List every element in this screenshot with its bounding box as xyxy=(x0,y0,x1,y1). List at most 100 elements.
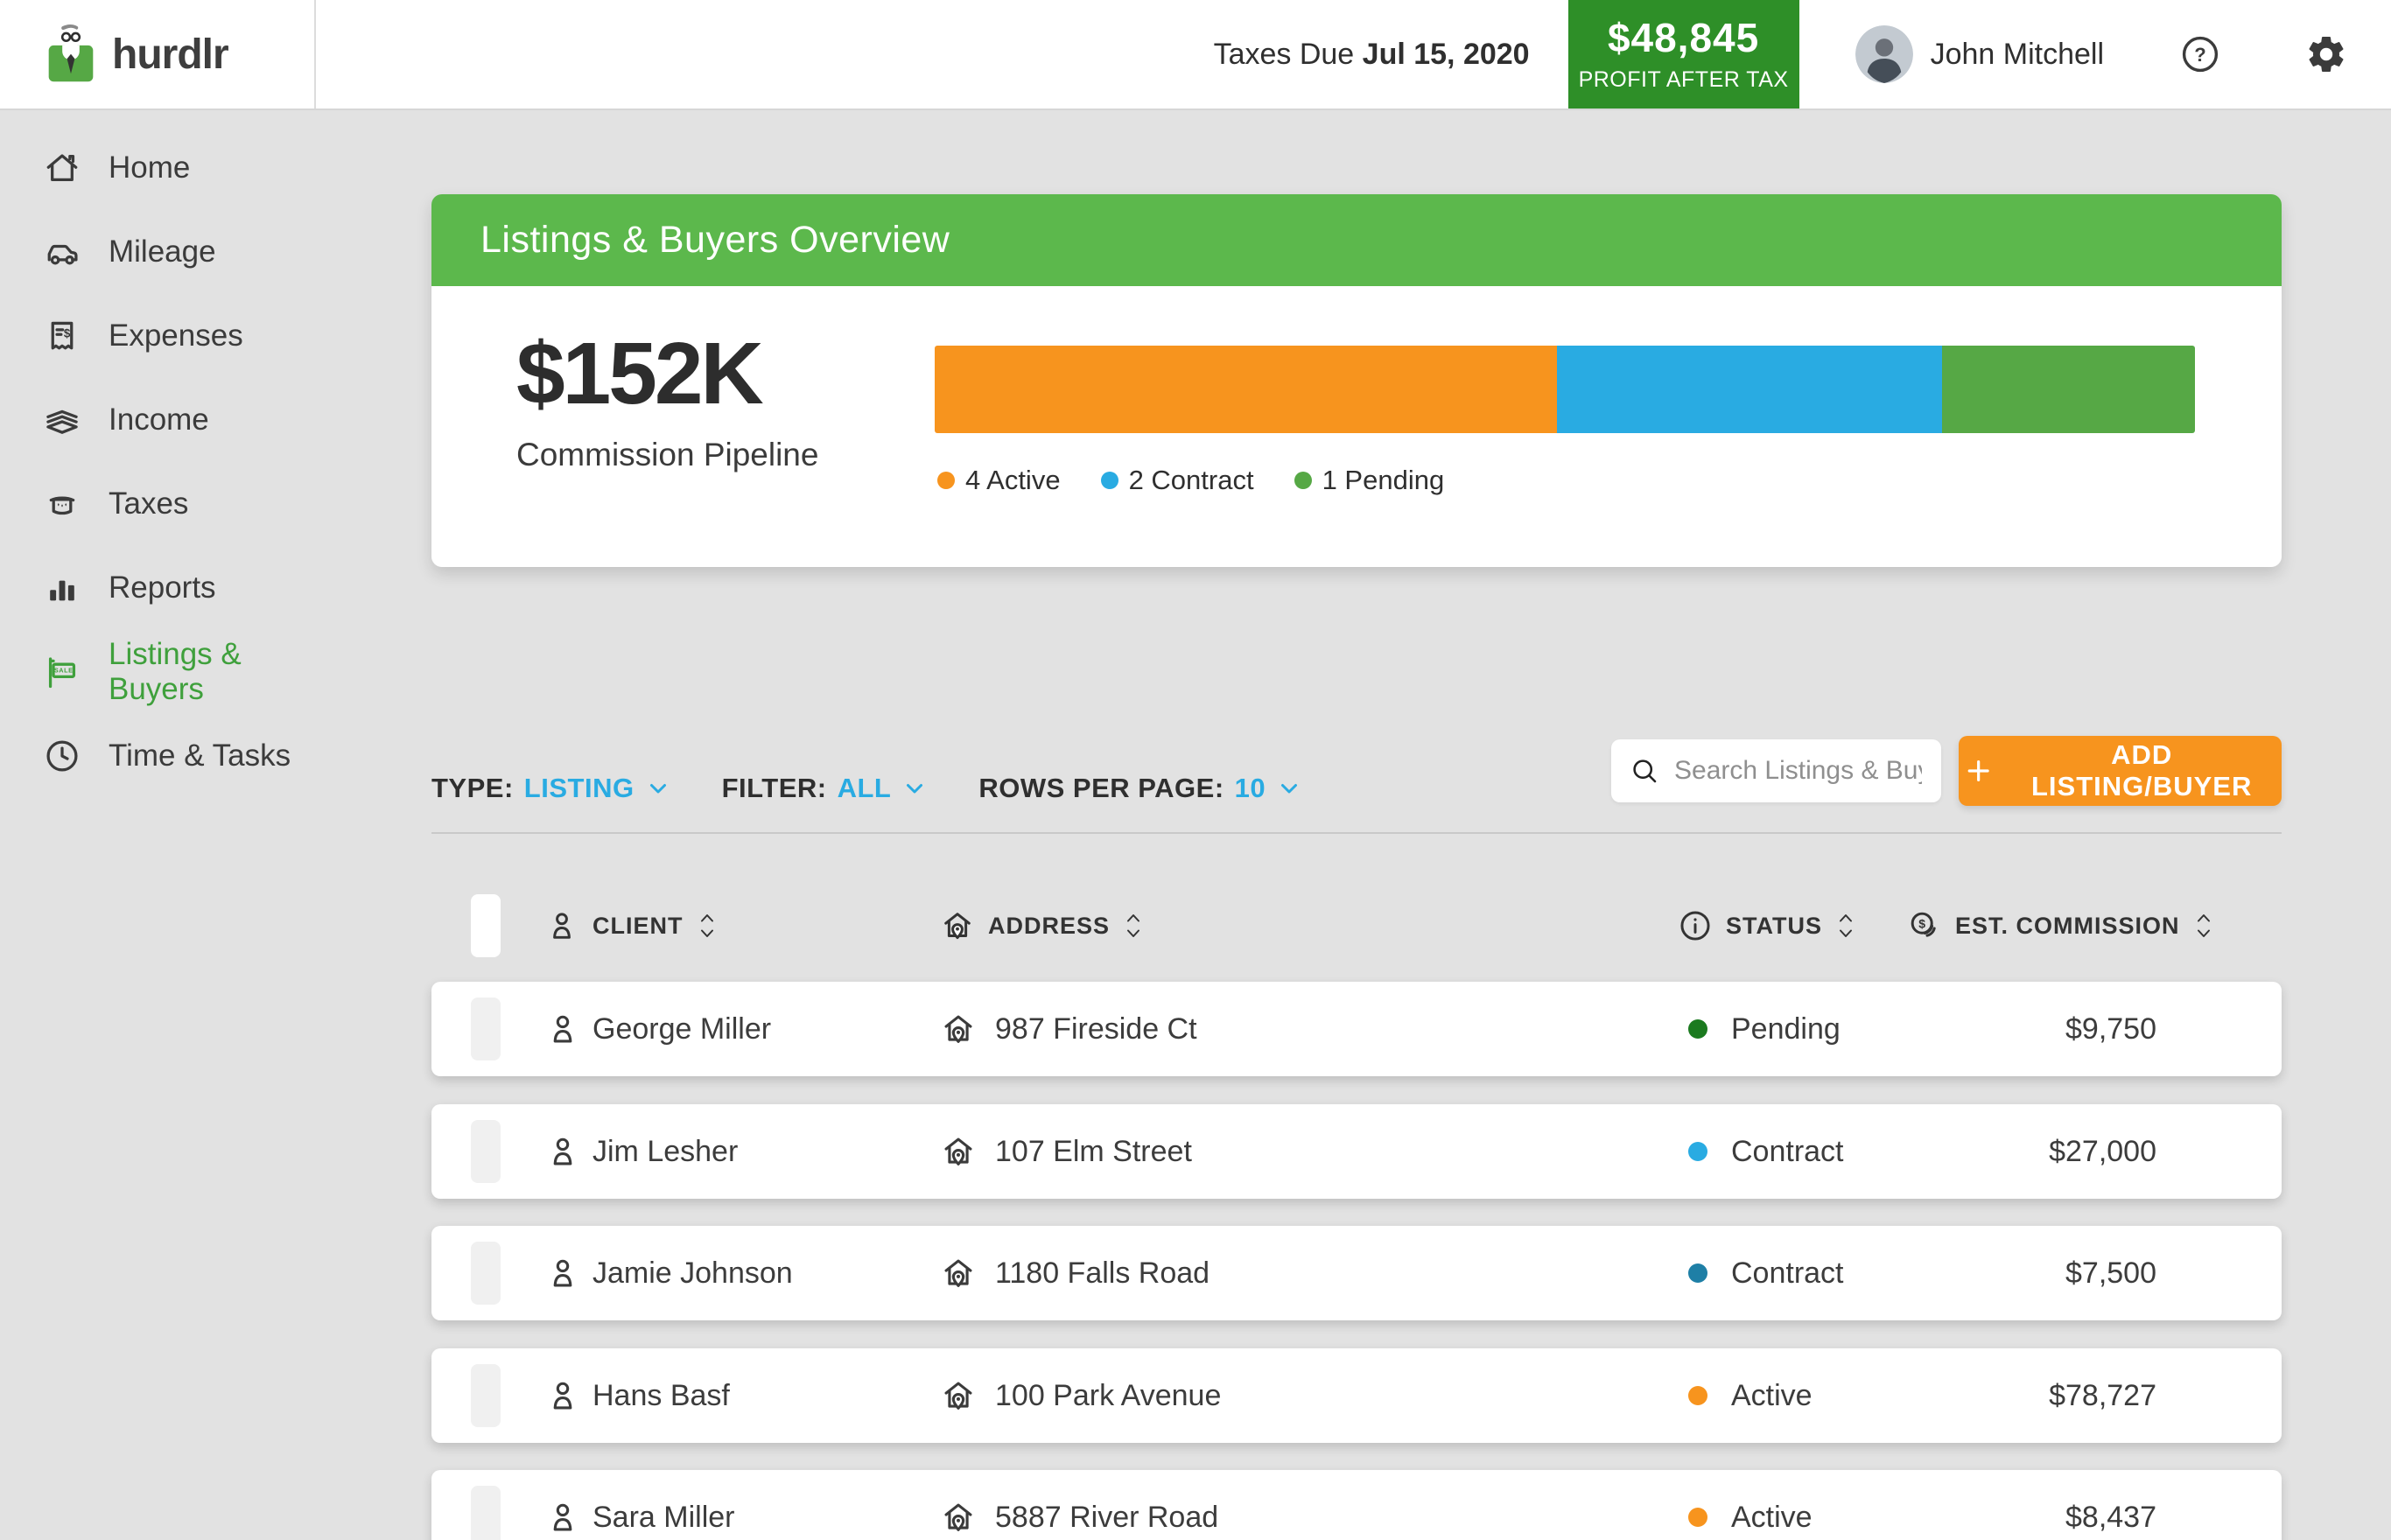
taxes-due-date: Jul 15, 2020 xyxy=(1363,38,1530,71)
profit-after-tax-badge[interactable]: $48,845 PROFIT AFTER TAX xyxy=(1568,0,1799,108)
rows-per-page-value: 10 xyxy=(1235,773,1266,804)
home-icon xyxy=(42,148,82,188)
status-dot xyxy=(1688,1142,1707,1161)
taxes-due-label: Taxes Due xyxy=(1214,38,1355,71)
sidebar-item-reports[interactable]: Reports xyxy=(0,546,316,630)
sort-icon[interactable] xyxy=(696,911,719,941)
legend-item: 2 Contract xyxy=(1101,465,1254,496)
commission-value: $27,000 xyxy=(2049,1104,2156,1199)
brand-logo[interactable]: hurdlr xyxy=(0,0,316,108)
column-label: CLIENT xyxy=(592,913,684,940)
person-icon xyxy=(543,1254,582,1292)
gear-icon[interactable] xyxy=(2305,33,2347,75)
user-menu[interactable]: John Mitchell xyxy=(1855,25,2104,83)
row-checkbox[interactable] xyxy=(471,1364,501,1427)
table-row[interactable]: Jamie Johnson 1180 Falls Road Contract $… xyxy=(431,1226,2282,1320)
search-input[interactable] xyxy=(1672,755,1924,787)
type-dropdown[interactable]: TYPE: LISTING xyxy=(431,773,671,804)
sidebar-item-label: Reports xyxy=(109,570,216,606)
sort-icon[interactable] xyxy=(1122,911,1145,941)
car-icon xyxy=(42,232,82,272)
pipeline-stacked-bar xyxy=(935,346,2195,433)
sidebar-item-label: Listings & Buyers xyxy=(109,637,316,707)
sidebar-item-label: Income xyxy=(109,402,209,438)
row-checkbox[interactable] xyxy=(471,998,501,1060)
table-row[interactable]: Jim Lesher 107 Elm Street Contract $27,0… xyxy=(431,1104,2282,1199)
svg-text:?: ? xyxy=(2194,44,2205,66)
address: 100 Park Avenue xyxy=(995,1348,1221,1443)
rows-per-page-dropdown[interactable]: ROWS PER PAGE: 10 xyxy=(978,773,1302,804)
sidebar-item-expenses[interactable]: $Expenses xyxy=(0,294,316,378)
house-pin-icon xyxy=(939,1498,978,1536)
profit-amount: $48,845 xyxy=(1608,16,1759,60)
address: 5887 River Road xyxy=(995,1470,1218,1540)
column-header-status[interactable]: STATUS xyxy=(1677,907,1857,944)
pipeline-legend: 4 Active2 Contract1 Pending xyxy=(937,465,1444,496)
table-row[interactable]: Sara Miller 5887 River Road Active $8,43… xyxy=(431,1470,2282,1540)
sort-icon[interactable] xyxy=(2192,911,2215,941)
commission-value: $9,750 xyxy=(2065,982,2156,1076)
sort-icon[interactable] xyxy=(1834,911,1857,941)
column-header-client[interactable]: CLIENT xyxy=(543,907,719,944)
row-checkbox[interactable] xyxy=(471,1486,501,1540)
type-dropdown-value: LISTING xyxy=(524,773,635,804)
client-name: Jim Lesher xyxy=(592,1104,738,1199)
plus-icon xyxy=(1964,755,1993,787)
table-header: CLIENT ADDRESS STATUS $ EST. COMMISSION xyxy=(431,894,2282,957)
status-dot xyxy=(1688,1508,1707,1527)
svg-text:SALE: SALE xyxy=(54,666,74,674)
search-icon xyxy=(1629,755,1660,787)
chevron-down-icon xyxy=(901,775,928,802)
column-header-commission[interactable]: $ EST. COMMISSION xyxy=(1906,907,2215,944)
person-icon xyxy=(543,1132,582,1171)
status-label: Active xyxy=(1731,1348,1813,1443)
topbar: hurdlr Taxes Due Jul 15, 2020 $48,845 PR… xyxy=(0,0,2391,110)
sidebar-item-listings-buyers[interactable]: SALE Listings & Buyers xyxy=(0,630,316,714)
legend-label: 1 Pending xyxy=(1322,465,1445,496)
chevron-down-icon xyxy=(645,775,671,802)
client-name: Jamie Johnson xyxy=(592,1226,793,1320)
overview-card-body: $152K Commission Pipeline 4 Active2 Cont… xyxy=(431,286,2282,567)
info-icon xyxy=(1677,907,1714,944)
sidebar-item-taxes[interactable]: Taxes xyxy=(0,462,316,546)
status-label: Pending xyxy=(1731,982,1841,1076)
help-circle-icon[interactable]: ? xyxy=(2179,33,2221,75)
sidebar-item-label: Home xyxy=(109,150,190,186)
add-listing-buyer-button[interactable]: ADD LISTING/BUYER xyxy=(1959,736,2282,806)
column-label: ADDRESS xyxy=(988,913,1110,940)
search-box xyxy=(1611,739,1941,802)
address: 1180 Falls Road xyxy=(995,1226,1210,1320)
filter-dropdown-label: FILTER: xyxy=(722,773,827,804)
profit-label: PROFIT AFTER TAX xyxy=(1579,67,1789,93)
person-icon xyxy=(543,1498,582,1536)
legend-dot xyxy=(937,472,955,489)
table-row[interactable]: George Miller 987 Fireside Ct Pending $9… xyxy=(431,982,2282,1076)
row-checkbox[interactable] xyxy=(471,1120,501,1183)
status-dot xyxy=(1688,1386,1707,1405)
sidebar-item-mileage[interactable]: Mileage xyxy=(0,210,316,294)
column-header-address[interactable]: ADDRESS xyxy=(939,907,1145,944)
status-dot xyxy=(1688,1264,1707,1283)
client-name: Sara Miller xyxy=(592,1470,734,1540)
filter-dropdown[interactable]: FILTER: ALL xyxy=(722,773,929,804)
coins-icon: $ xyxy=(1906,907,1943,944)
sidebar-item-label: Taxes xyxy=(109,486,188,522)
sidebar-item-income[interactable]: Income xyxy=(0,378,316,462)
sale-sign-icon: SALE xyxy=(42,652,82,692)
row-checkbox[interactable] xyxy=(471,1242,501,1305)
divider xyxy=(431,832,2282,834)
bar-segment-pending xyxy=(1942,346,2195,433)
user-name: John Mitchell xyxy=(1931,38,2104,72)
select-all-checkbox[interactable] xyxy=(471,894,501,957)
legend-item: 1 Pending xyxy=(1294,465,1445,496)
sidebar-item-home[interactable]: Home xyxy=(0,126,316,210)
status-label: Active xyxy=(1731,1470,1813,1540)
sidebar-item-label: Mileage xyxy=(109,234,216,270)
commission-value: $8,437 xyxy=(2065,1470,2156,1540)
overview-title: Listings & Buyers Overview xyxy=(480,219,950,262)
sidebar-item-time-tasks[interactable]: Time & Tasks xyxy=(0,714,316,798)
clock-icon xyxy=(42,736,82,776)
pipeline-summary: $152K Commission Pipeline xyxy=(516,330,818,473)
legend-label: 2 Contract xyxy=(1129,465,1254,496)
table-row[interactable]: Hans Basf 100 Park Avenue Active $78,727 xyxy=(431,1348,2282,1443)
